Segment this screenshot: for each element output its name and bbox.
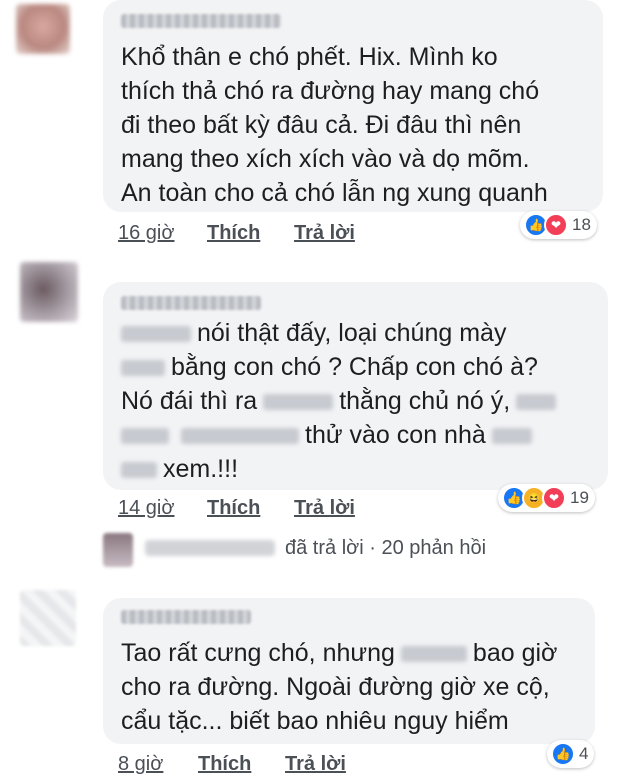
comment-text-row: xem.!!! bbox=[121, 452, 238, 486]
comment-text: thích thả chó ra đường hay mang chó bbox=[121, 77, 540, 105]
author-name-blurred[interactable] bbox=[121, 14, 281, 28]
comment-text: cho ra đường. Ngoài đường giờ xe cộ, bbox=[121, 673, 550, 701]
avatar[interactable] bbox=[20, 262, 78, 322]
comment-text: bao giờ bbox=[472, 639, 558, 667]
reaction-summary[interactable]: 👍 😆 ❤ 19 bbox=[498, 484, 595, 512]
reaction-summary[interactable]: 👍 ❤ 18 bbox=[520, 211, 597, 239]
avatar[interactable] bbox=[20, 590, 76, 646]
reply-avatar[interactable] bbox=[103, 533, 133, 567]
comment-bubble: nói thật đấy, loại chúng mày bằng con ch… bbox=[103, 282, 608, 490]
reaction-count: 18 bbox=[572, 215, 591, 234]
comment-text: thử vào con nhà bbox=[305, 421, 486, 449]
reaction-count: 4 bbox=[579, 744, 589, 763]
redacted-word bbox=[491, 428, 532, 445]
redacted-word bbox=[400, 646, 467, 663]
like-icon: 👍 bbox=[551, 742, 575, 766]
comment-text: mang theo xích xích vào và dọ mõm. bbox=[121, 145, 530, 173]
comment-text: Tao rất cưng chó, nhưng bbox=[121, 639, 395, 667]
author-name-blurred[interactable] bbox=[121, 610, 251, 624]
like-button[interactable]: Thích bbox=[207, 222, 260, 245]
comment-text-row: thử vào con nhà bbox=[121, 418, 538, 452]
comment-text: cẩu tặc... biết bao nhiêu nguy hiểm bbox=[121, 707, 509, 735]
reply-button[interactable]: Trả lời bbox=[294, 222, 355, 245]
comment-text-row: bằng con chó ? Chấp con chó à? bbox=[121, 350, 538, 384]
redacted-word bbox=[181, 428, 299, 445]
reaction-count: 19 bbox=[570, 488, 589, 507]
redacted-word bbox=[516, 394, 557, 411]
mention-blurred[interactable] bbox=[121, 326, 191, 343]
view-replies-link[interactable]: đã trả lời · 20 phản hồi bbox=[285, 537, 486, 560]
comment-text: xem.!!! bbox=[163, 455, 239, 483]
redacted-word bbox=[121, 428, 169, 445]
comment-bubble: Tao rất cưng chó, nhưng bao giờ cho ra đư… bbox=[103, 598, 595, 744]
replier-name-blurred[interactable] bbox=[145, 540, 275, 556]
comment-text: Nó đái thì ra bbox=[121, 387, 258, 415]
comment-text-row: Tao rất cưng chó, nhưng bao giờ bbox=[121, 636, 557, 670]
reaction-summary[interactable]: 👍 4 bbox=[547, 740, 595, 768]
redacted-word bbox=[121, 360, 165, 377]
reply-button[interactable]: Trả lời bbox=[294, 497, 355, 520]
author-name-blurred[interactable] bbox=[121, 296, 261, 310]
redacted-word bbox=[121, 462, 157, 479]
timestamp[interactable]: 8 giờ bbox=[118, 753, 163, 776]
timestamp[interactable]: 14 giờ bbox=[118, 497, 174, 520]
comment-text: thằng chủ nó ý, bbox=[339, 387, 511, 415]
comment-text: Khổ thân e chó phết. Hix. Mình ko bbox=[121, 43, 498, 71]
love-icon: ❤ bbox=[542, 486, 566, 510]
comment-text-row: nói thật đấy, loại chúng mày bbox=[121, 316, 506, 350]
comment-text: An toàn cho cả chó lẫn ng xung quanh bbox=[121, 179, 548, 207]
like-button[interactable]: Thích bbox=[207, 497, 260, 520]
love-icon: ❤ bbox=[544, 213, 568, 237]
avatar[interactable] bbox=[16, 4, 70, 54]
comment-text: bằng con chó ? Chấp con chó à? bbox=[171, 353, 538, 381]
redacted-word bbox=[263, 394, 334, 411]
comment-text-row: Nó đái thì ra thằng chủ nó ý, bbox=[121, 384, 562, 418]
comment-text: đi theo bất kỳ đâu cả. Đi đâu thì nên bbox=[121, 111, 522, 139]
timestamp[interactable]: 16 giờ bbox=[118, 222, 174, 245]
comment-text: nói thật đấy, loại chúng mày bbox=[197, 319, 507, 347]
reply-button[interactable]: Trả lời bbox=[285, 753, 346, 776]
comment-bubble: Khổ thân e chó phết. Hix. Mình ko thích … bbox=[103, 0, 603, 212]
like-button[interactable]: Thích bbox=[198, 753, 251, 776]
